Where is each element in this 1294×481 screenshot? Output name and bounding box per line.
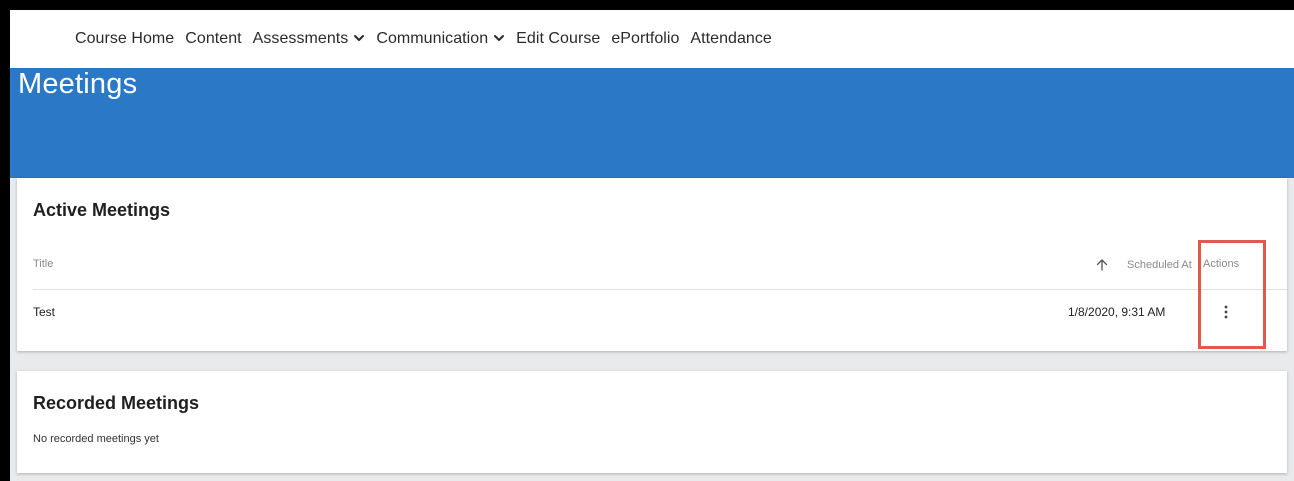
page-title: Meetings [18, 68, 138, 100]
arrow-up-icon [1095, 258, 1109, 272]
nav-label: Communication [376, 30, 489, 47]
nav-content[interactable]: Content [185, 30, 241, 48]
recorded-meetings-card: Recorded Meetings No recorded meetings y… [17, 371, 1287, 473]
header-banner [10, 68, 1294, 178]
nav-label: Attendance [690, 30, 772, 47]
active-meetings-card: Active Meetings Title Scheduled At Actio… [17, 178, 1287, 351]
more-vertical-icon [1224, 305, 1228, 319]
nav-edit-course[interactable]: Edit Course [516, 30, 600, 48]
nav-label: ePortfolio [611, 30, 680, 47]
meeting-actions-button[interactable] [1214, 298, 1238, 326]
nav-communication[interactable]: Communication [376, 30, 505, 48]
meeting-title-cell[interactable]: Test [33, 305, 55, 319]
nav-assessments[interactable]: Assessments [253, 30, 366, 48]
nav-eportfolio[interactable]: ePortfolio [611, 30, 679, 48]
screenshot-frame: Course Home Content Assessments Communic… [0, 0, 1294, 481]
nav-label: Content [185, 30, 242, 47]
nav-label: Edit Course [516, 30, 601, 47]
nav-course-home[interactable]: Course Home [75, 30, 174, 48]
nav-attendance[interactable]: Attendance [690, 30, 771, 48]
empty-state-text: No recorded meetings yet [33, 433, 159, 445]
chevron-down-icon [353, 32, 365, 44]
column-header-actions: Actions [1203, 258, 1240, 270]
recorded-meetings-title: Recorded Meetings [33, 393, 200, 413]
chevron-down-icon [493, 32, 505, 44]
column-header-scheduled[interactable]: Scheduled At [1095, 258, 1192, 272]
meeting-scheduled-cell: 1/8/2020, 9:31 AM [1068, 305, 1166, 319]
page: Course Home Content Assessments Communic… [10, 10, 1294, 481]
course-navbar: Course Home Content Assessments Communic… [10, 10, 1294, 68]
table-divider [33, 289, 1287, 290]
nav-label: Assessments [252, 30, 349, 47]
active-meetings-title: Active Meetings [33, 200, 171, 220]
actions-highlight-annotation [1198, 240, 1266, 349]
column-header-title[interactable]: Title [33, 258, 53, 270]
column-header-label: Scheduled At [1127, 259, 1192, 271]
nav-label: Course Home [75, 30, 175, 47]
